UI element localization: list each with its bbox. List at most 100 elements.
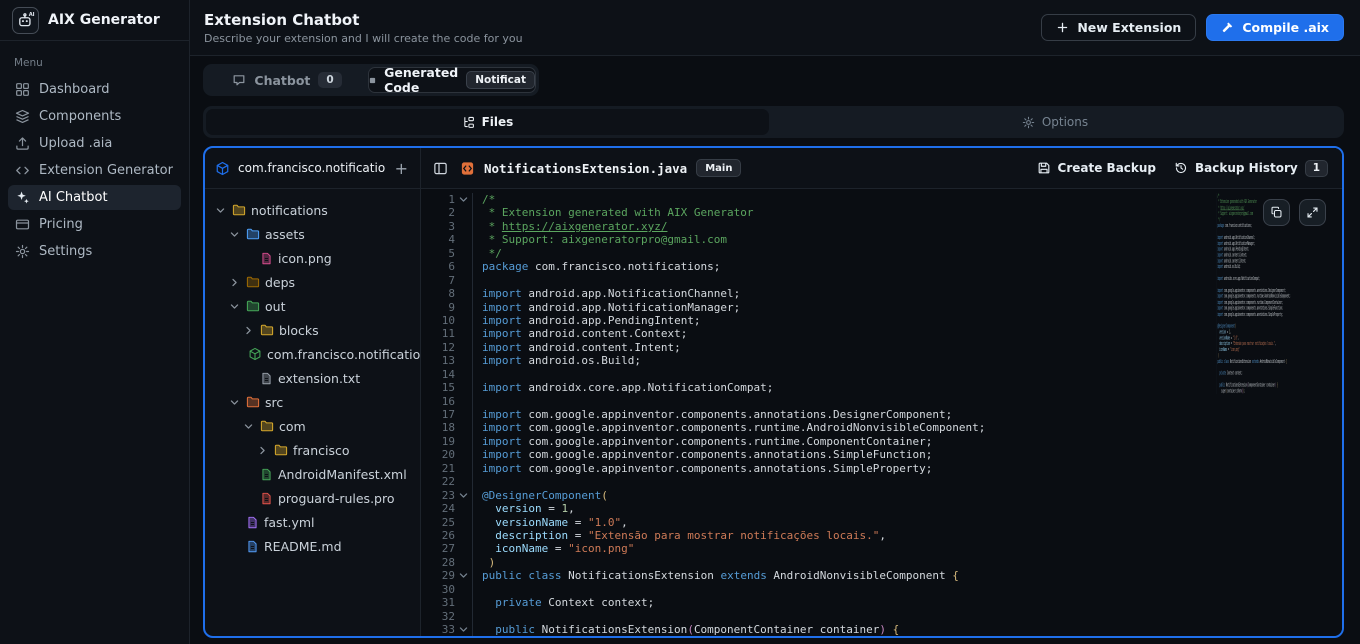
main-badge: Main: [696, 159, 741, 177]
tree-item-com-francisco-notifications-aix[interactable]: com.francisco.notifications.aix: [209, 342, 416, 366]
line-number: 8: [421, 287, 455, 300]
fold-spacer: [455, 529, 472, 542]
line-number: 30: [421, 583, 455, 596]
tree-item-notifications[interactable]: notifications: [209, 198, 416, 222]
sidebar-item-components[interactable]: Components: [8, 104, 181, 129]
package-icon: [248, 347, 262, 361]
sidebar-item-upload-aia[interactable]: Upload .aia: [8, 131, 181, 156]
sidebar-item-dashboard[interactable]: Dashboard: [8, 77, 181, 102]
line-number: 9: [421, 301, 455, 314]
file-tree-icon: [462, 116, 475, 129]
new-extension-label: New Extension: [1077, 20, 1181, 35]
fold-toggle-icon[interactable]: [455, 193, 472, 206]
tree-item-deps[interactable]: deps: [209, 270, 416, 294]
view-tabs: Chatbot 0 Generated Code Notificat: [203, 64, 539, 96]
code-line: 28 ): [421, 556, 1342, 569]
backup-history-button[interactable]: Backup History 1: [1174, 160, 1328, 177]
fold-spacer: [455, 435, 472, 448]
new-extension-button[interactable]: New Extension: [1041, 14, 1196, 41]
chevron-down-icon[interactable]: [229, 229, 241, 240]
fold-toggle-icon[interactable]: [455, 489, 472, 502]
code-line: 25 versionName = "1.0",: [421, 516, 1342, 529]
tree-item-blocks[interactable]: blocks: [209, 318, 416, 342]
chevron-right-icon[interactable]: [243, 325, 255, 336]
sidebar-item-settings[interactable]: Settings: [8, 239, 181, 264]
tree-item-readme-md[interactable]: README.md: [209, 534, 416, 558]
fold-spacer: [455, 220, 472, 233]
chevron-down-icon[interactable]: [243, 421, 255, 432]
tree-item-out[interactable]: out: [209, 294, 416, 318]
code-area[interactable]: 1/*2 * Extension generated with AIX Gene…: [421, 189, 1342, 636]
tree-item-francisco[interactable]: francisco: [209, 438, 416, 462]
line-number: 27: [421, 542, 455, 555]
chevron-down-icon[interactable]: [215, 205, 227, 216]
folder-icon: [246, 299, 260, 313]
expand-code-button[interactable]: [1299, 199, 1326, 226]
subtab-files[interactable]: Files: [206, 109, 769, 135]
backup-history-label: Backup History: [1195, 161, 1298, 175]
file-icon: [260, 252, 273, 265]
line-number: 6: [421, 260, 455, 273]
card-icon: [15, 217, 30, 232]
fold-spacer: [455, 448, 472, 461]
line-number: 5: [421, 247, 455, 260]
code-line: 22: [421, 475, 1342, 488]
fold-spacer: [455, 381, 472, 394]
line-number: 23: [421, 489, 455, 502]
page-subtitle: Describe your extension and I will creat…: [204, 32, 1041, 45]
add-file-button[interactable]: +: [393, 159, 410, 178]
code-line: 24 version = 1,: [421, 502, 1342, 515]
line-number: 14: [421, 368, 455, 381]
chevron-right-icon[interactable]: [257, 445, 269, 456]
sidebar: AI AIX Generator Menu DashboardComponent…: [0, 0, 190, 644]
line-number: 28: [421, 556, 455, 569]
code-line: 3 * https://aixgenerator.xyz/: [421, 220, 1342, 233]
tab-chatbot[interactable]: Chatbot 0: [206, 67, 368, 93]
tree-item-com[interactable]: com: [209, 414, 416, 438]
toggle-sidebar-icon[interactable]: [429, 157, 451, 179]
tab-generated-code[interactable]: Generated Code Notificat: [368, 67, 536, 93]
sidebar-item-ai-chatbot[interactable]: AI Chatbot: [8, 185, 181, 210]
menu-section-label: Menu: [14, 57, 175, 69]
create-backup-label: Create Backup: [1058, 161, 1156, 175]
files-panel: com.francisco.notifications + notificati…: [203, 146, 1344, 638]
components-icon: [15, 109, 30, 124]
tree-item-label: francisco: [293, 443, 350, 458]
fold-spacer: [455, 610, 472, 623]
fold-spacer: [455, 502, 472, 515]
fold-toggle-icon[interactable]: [455, 569, 472, 582]
create-backup-button[interactable]: Create Backup: [1037, 161, 1156, 175]
chevron-right-icon[interactable]: [229, 277, 241, 288]
tree-item-icon-png[interactable]: icon.png: [209, 246, 416, 270]
svg-text:AI: AI: [28, 12, 34, 18]
sidebar-item-extension-generator[interactable]: Extension Generator: [8, 158, 181, 183]
file-icon: [246, 540, 259, 553]
compile-aix-button[interactable]: Compile .aix: [1206, 14, 1344, 41]
fold-spacer: [455, 556, 472, 569]
chevron-down-icon[interactable]: [229, 397, 241, 408]
line-number: 19: [421, 435, 455, 448]
chat-icon: [232, 73, 246, 87]
tree-item-fast-yml[interactable]: fast.yml: [209, 510, 416, 534]
line-number: 2: [421, 206, 455, 219]
line-number: 1: [421, 193, 455, 206]
java-file-icon: [460, 161, 475, 176]
tree-item-assets[interactable]: assets: [209, 222, 416, 246]
tree-item-src[interactable]: src: [209, 390, 416, 414]
tree-item-proguard-rules-pro[interactable]: proguard-rules.pro: [209, 486, 416, 510]
subtab-options[interactable]: Options: [769, 109, 1341, 135]
gear-icon: [15, 244, 30, 259]
chevron-down-icon[interactable]: [229, 301, 241, 312]
files-options-bar: Files Options: [203, 106, 1344, 138]
code-line: 23@DesignerComponent(: [421, 489, 1342, 502]
fold-toggle-icon[interactable]: [455, 623, 472, 636]
sidebar-item-pricing[interactable]: Pricing: [8, 212, 181, 237]
sidebar-item-label: AI Chatbot: [39, 190, 108, 205]
tree-item-extension-txt[interactable]: extension.txt: [209, 366, 416, 390]
fold-spacer: [455, 314, 472, 327]
app-name: AIX Generator: [48, 12, 160, 28]
tree-item-androidmanifest-xml[interactable]: AndroidManifest.xml: [209, 462, 416, 486]
line-number: 13: [421, 354, 455, 367]
copy-code-button[interactable]: [1263, 199, 1290, 226]
gear-icon: [1022, 116, 1035, 129]
